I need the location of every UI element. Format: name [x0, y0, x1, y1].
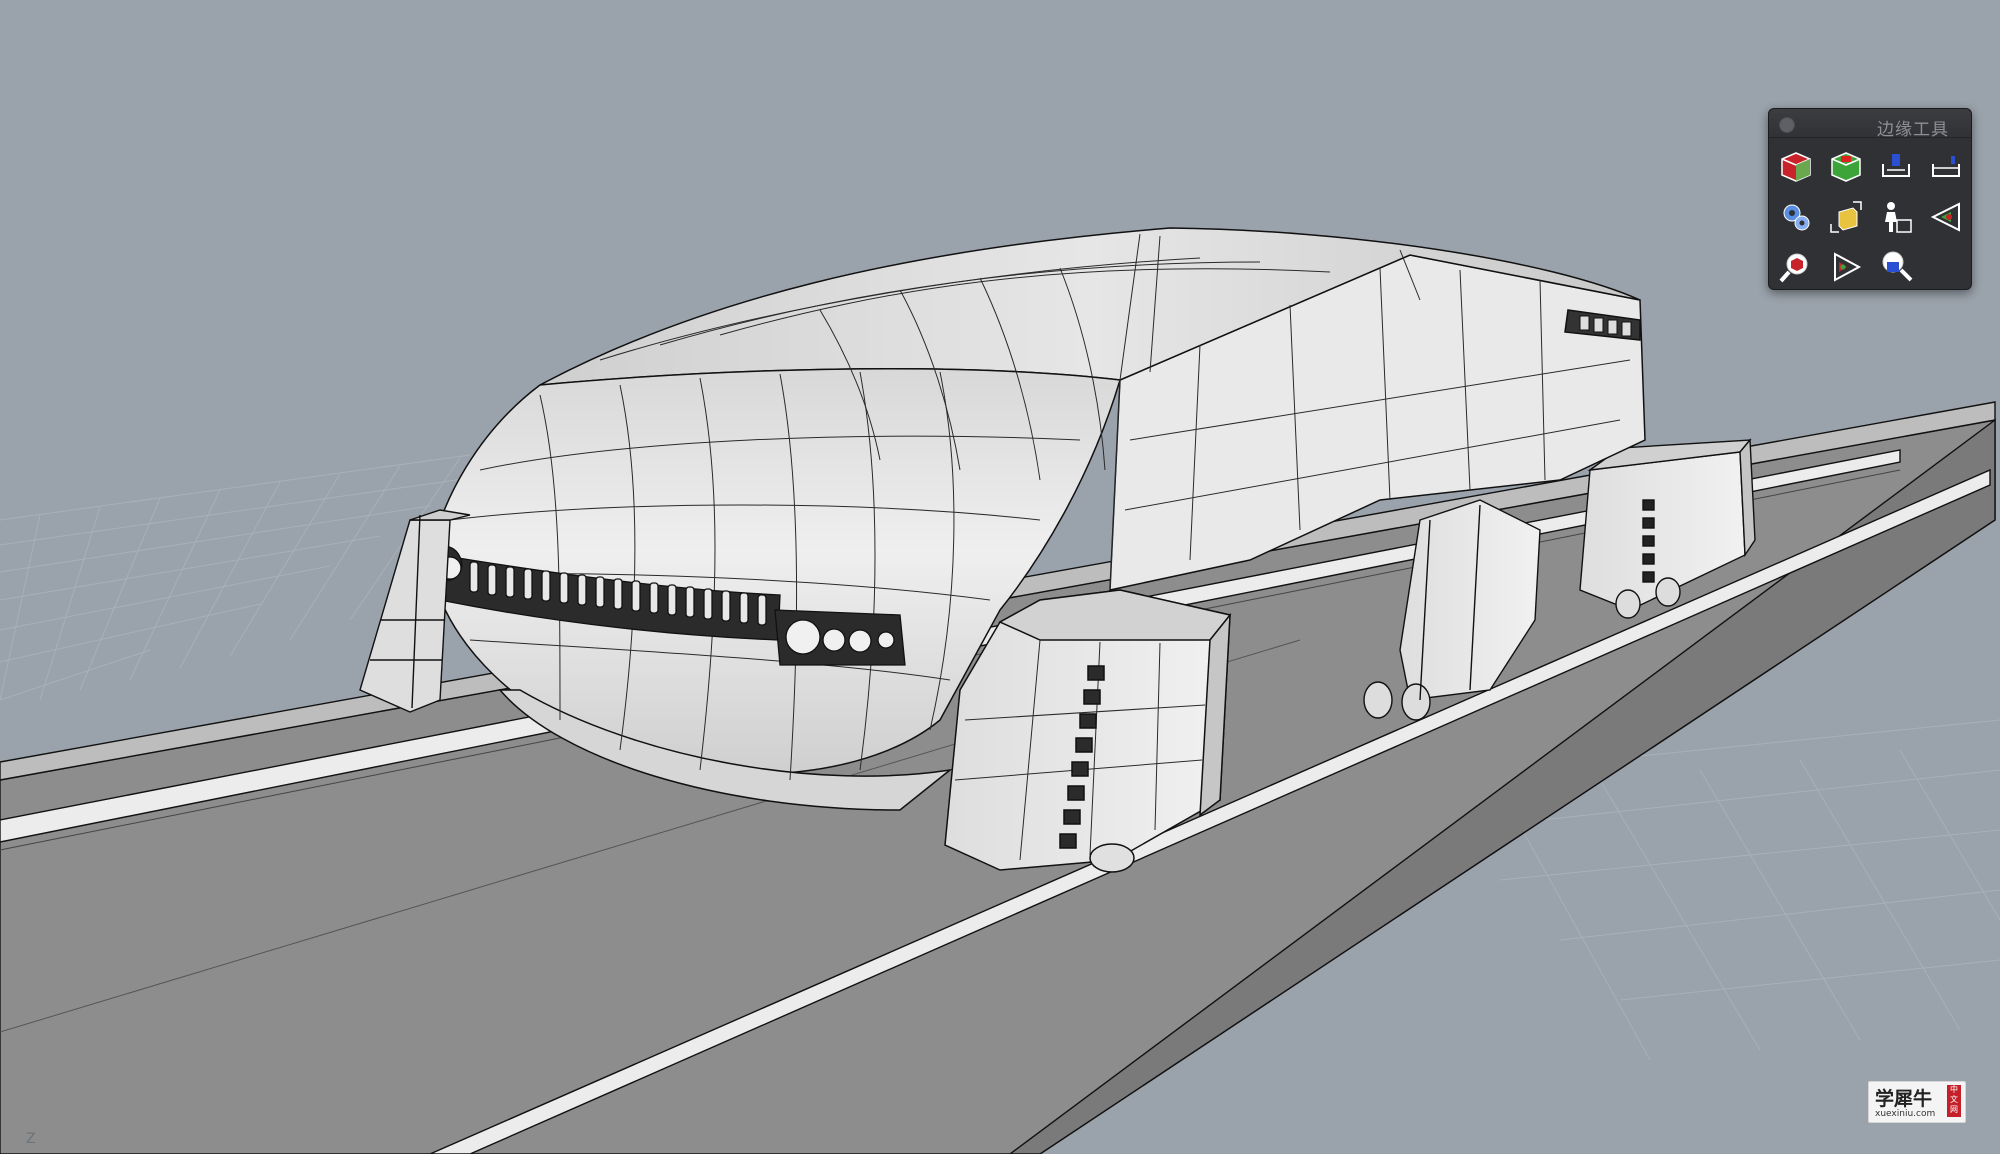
tool-edge-outline[interactable]	[1921, 142, 1971, 192]
watermark-text: 学犀牛	[1875, 1088, 1933, 1110]
close-icon[interactable]	[1779, 117, 1795, 133]
palette-tool-grid	[1769, 138, 1971, 292]
triangle-red-icon	[1930, 202, 1960, 232]
edge-blue-icon	[1882, 154, 1910, 177]
edge-tools-palette[interactable]: 边缘工具	[1768, 108, 1972, 290]
viewport-perspective[interactable]	[0, 0, 2000, 1154]
yellow-box-scale-icon	[1830, 201, 1862, 233]
tool-triangle-red[interactable]	[1921, 192, 1971, 242]
tool-magnify-box[interactable]	[1871, 242, 1921, 292]
magnify-box-icon	[1882, 251, 1913, 282]
watermark-badge: 中文网	[1947, 1085, 1961, 1117]
tool-magnify-red[interactable]	[1771, 242, 1821, 292]
red-cube-icon	[1781, 152, 1811, 182]
axis-label-z: Z	[26, 1131, 36, 1147]
triangle-play-icon	[1834, 252, 1862, 282]
tool-yellow-box[interactable]	[1821, 192, 1871, 242]
palette-title: 边缘工具	[1877, 120, 1949, 140]
tool-person-desk[interactable]	[1871, 192, 1921, 242]
magnify-red-icon	[1779, 253, 1808, 283]
green-cube-icon	[1831, 152, 1861, 182]
person-desk-icon	[1885, 202, 1912, 233]
tool-edge-blue[interactable]	[1871, 142, 1921, 192]
tool-puzzle-gear[interactable]	[1771, 192, 1821, 242]
tool-red-cube[interactable]	[1771, 142, 1821, 192]
tool-green-cube[interactable]	[1821, 142, 1871, 192]
palette-titlebar[interactable]: 边缘工具	[1769, 109, 1971, 140]
watermark-logo: 学犀牛 中文网 xuexiniu.com	[1868, 1081, 1966, 1123]
puzzle-gear-icon	[1783, 204, 1810, 231]
tool-triangle-play[interactable]	[1821, 242, 1871, 292]
edge-outline-icon	[1932, 156, 1960, 177]
watermark-url: xuexiniu.com	[1875, 1109, 1936, 1119]
viewport-canvas[interactable]	[0, 0, 2000, 1154]
